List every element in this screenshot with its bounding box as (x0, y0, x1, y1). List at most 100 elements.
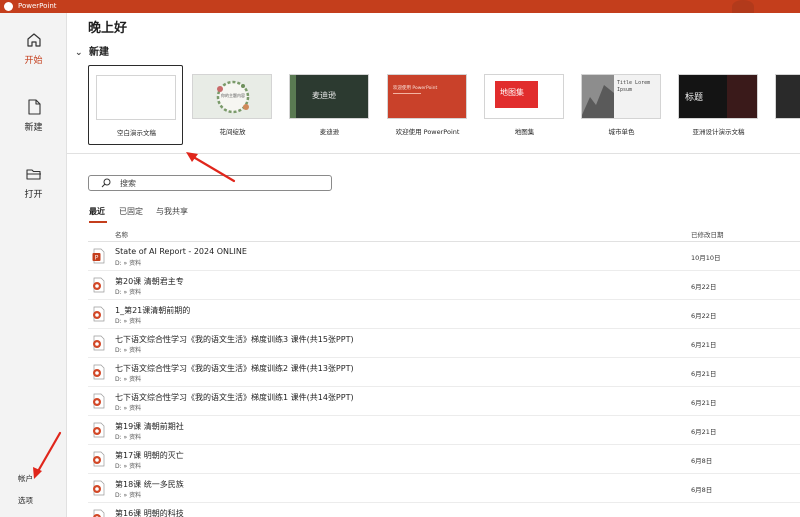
file-name: 1_第21课清朝前期的 (115, 306, 191, 315)
file-path: D: » 资料 (115, 463, 142, 470)
sidebar-item-open[interactable]: 打开 (0, 165, 67, 225)
sidebar: 开始 新建 打开 帐户 选项 (0, 13, 67, 517)
file-name: State of AI Report - 2024 ONLINE (115, 247, 247, 256)
file-path: D: » 资料 (115, 492, 142, 499)
template-thumbnail: 麦迪逊 (289, 74, 369, 119)
template-thumb-text: 麦迪逊 (312, 91, 336, 100)
template-blank[interactable]: 空白演示文稿 (88, 65, 183, 145)
list-item[interactable]: 七下语文综合性学习《我的语文生活》梯度训练3 课件(共15张PPT) D: » 资… (88, 329, 800, 358)
file-modified-date: 6月8日 (691, 457, 713, 465)
sidebar-item-account[interactable]: 帐户 (18, 473, 33, 484)
template-label: 麦迪逊 (319, 128, 340, 136)
search-input[interactable]: 搜索 (88, 175, 332, 191)
file-name: 第19课 清朝前期社 (115, 422, 184, 431)
template-thumbnail: Title Lorem Ipsum (581, 74, 661, 119)
list-item[interactable]: 第18课 统一多民族 D: » 资料 6月8日 (88, 474, 800, 503)
file-path: D: » 资料 (115, 434, 142, 441)
list-item[interactable]: 第19课 清朝前期社 D: » 资料 6月21日 (88, 416, 800, 445)
file-name: 七下语文综合性学习《我的语文生活》梯度训练1 课件(共14张PPT) (115, 393, 354, 402)
active-tab-indicator (89, 221, 107, 223)
file-name: 第16课 明朝的科技 (115, 509, 184, 517)
template-thumbnail: 标题 (678, 74, 758, 119)
template-floral[interactable]: 你的主题内容 花间绽放 (185, 65, 280, 145)
tab-recent[interactable]: 最近 (89, 206, 105, 217)
file-name: 第17课 明朝的灭亡 (115, 451, 184, 460)
file-path: D: » 资料 (115, 405, 142, 412)
sidebar-item-label: 新建 (24, 123, 43, 133)
ppt-file-icon (93, 509, 105, 517)
template-madison[interactable]: 麦迪逊 麦迪逊 (282, 65, 377, 145)
template-thumb-text: 地图集 (500, 88, 524, 97)
file-modified-date: 6月21日 (691, 341, 717, 349)
template-thumb-text: 你的主题内容 (221, 93, 245, 98)
list-item[interactable]: 第17课 明朝的灭亡 D: » 资料 6月8日 (88, 445, 800, 474)
file-modified-date: 6月21日 (691, 399, 717, 407)
file-name: 第20课 清朝君主专 (115, 277, 184, 286)
ppt-file-icon (93, 422, 105, 438)
decorative-panel (727, 75, 757, 118)
sidebar-item-new[interactable]: 新建 (0, 98, 67, 158)
template-label: 欢迎使用 PowerPoint (395, 128, 460, 136)
template-thumbnail (775, 74, 800, 119)
new-section-toggle[interactable]: ⌄ 新建 (75, 43, 109, 58)
app-title: PowerPoint (18, 2, 57, 10)
file-modified-date: 6月21日 (691, 428, 717, 436)
search-icon (101, 178, 111, 188)
file-path: D: » 资料 (115, 289, 142, 296)
city-skyline-art (582, 85, 614, 118)
template-thumb-text: Title Lorem Ipsum (617, 80, 651, 93)
decorative-band (290, 75, 296, 118)
file-modified-date: 6月22日 (691, 312, 717, 320)
file-modified-date: 6月22日 (691, 283, 717, 291)
avatar[interactable] (732, 0, 754, 13)
ppt-file-icon (93, 393, 105, 409)
list-item[interactable]: 七下语文综合性学习《我的语文生活》梯度训练1 课件(共14张PPT) D: » 资… (88, 387, 800, 416)
column-header-date[interactable]: 已修改日期 (691, 229, 724, 239)
title-bar: PowerPoint (0, 0, 800, 13)
file-path: D: » 资料 (115, 376, 142, 383)
ppt-file-icon (93, 306, 105, 322)
template-label: 花间绽放 (219, 128, 246, 136)
greeting: 晚上好 (88, 21, 128, 36)
file-modified-date: 6月21日 (691, 370, 717, 378)
new-file-icon (27, 99, 41, 115)
template-partial[interactable] (768, 65, 800, 145)
list-item[interactable]: 第20课 清朝君主专 D: » 资料 6月22日 (88, 271, 800, 300)
file-path: D: » 资料 (115, 260, 142, 267)
file-name: 七下语文综合性学习《我的语文生活》梯度训练2 课件(共13张PPT) (115, 364, 354, 373)
tab-pinned[interactable]: 已固定 (119, 206, 143, 217)
template-thumbnail (96, 75, 176, 120)
file-path: D: » 资料 (115, 318, 142, 325)
ppt-file-icon (93, 451, 105, 467)
list-item[interactable]: 第16课 明朝的科技D: » 资料 (88, 503, 800, 517)
list-item[interactable]: 七下语文综合性学习《我的语文生活》梯度训练2 课件(共13张PPT) D: » 资… (88, 358, 800, 387)
template-welcome[interactable]: 欢迎使用 PowerPoint 欢迎使用 PowerPoint (380, 65, 475, 145)
template-label: 地图集 (514, 128, 535, 136)
template-label: 城市单色 (608, 128, 635, 136)
list-item[interactable]: 1_第21课清朝前期的 D: » 资料 6月22日 (88, 300, 800, 329)
template-thumbnail: 地图集 (484, 74, 564, 119)
sidebar-item-home[interactable]: 开始 (0, 31, 67, 91)
template-thumb-text: 标题 (685, 93, 704, 103)
template-asian-design[interactable]: 标题 亚洲设计演示文稿 (671, 65, 766, 145)
file-modified-date: 6月8日 (691, 486, 713, 494)
chevron-down-icon: ⌄ (75, 48, 83, 58)
tab-shared[interactable]: 与我共享 (156, 206, 188, 217)
main-panel: 晚上好 ⌄ 新建 空白演示文稿 你的主题内容 花间绽放 麦迪逊 麦迪逊 欢迎使用 … (67, 13, 800, 517)
pptx-file-icon: P (92, 248, 105, 264)
file-name: 第18课 统一多民族 (115, 480, 184, 489)
ppt-file-icon (93, 364, 105, 380)
new-section-label: 新建 (89, 47, 109, 58)
sidebar-item-label: 开始 (24, 56, 43, 66)
section-divider (67, 153, 800, 154)
list-item[interactable]: P State of AI Report - 2024 ONLINE D: » 资料… (88, 242, 800, 271)
sidebar-item-options[interactable]: 选项 (18, 495, 33, 506)
ppt-file-icon (93, 480, 105, 496)
column-header-name[interactable]: 名称 (115, 229, 128, 239)
template-city-mono[interactable]: Title Lorem Ipsum 城市单色 (574, 65, 669, 145)
template-atlas[interactable]: 地图集 地图集 (477, 65, 572, 145)
folder-open-icon (25, 169, 41, 180)
template-label: 亚洲设计演示文稿 (692, 128, 745, 136)
ppt-file-icon (93, 277, 105, 293)
file-path: D: » 资料 (115, 347, 142, 354)
